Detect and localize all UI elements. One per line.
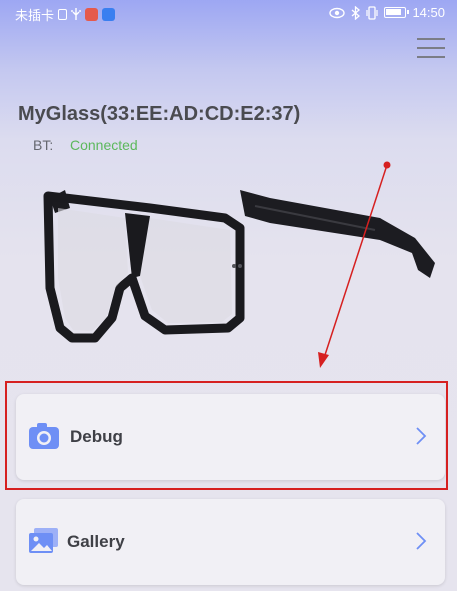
device-name: MyGlass(33:EE:AD:CD:E2:37) bbox=[18, 103, 301, 125]
gallery-label: Gallery bbox=[67, 532, 125, 551]
status-bar-right: 14:50 bbox=[329, 5, 445, 20]
camera-icon bbox=[29, 423, 59, 449]
chevron-right-icon bbox=[416, 532, 427, 550]
gallery-icon bbox=[29, 528, 58, 553]
gallery-card[interactable]: Gallery bbox=[16, 499, 445, 585]
debug-label: Debug bbox=[70, 427, 123, 446]
clock-text: 14:50 bbox=[412, 5, 445, 20]
debug-card[interactable]: Debug bbox=[16, 394, 445, 480]
app-notification-icon bbox=[85, 8, 99, 21]
usb-icon bbox=[71, 8, 81, 20]
bluetooth-icon bbox=[352, 5, 361, 20]
bt-label: BT: bbox=[33, 137, 54, 153]
shield-notification-icon bbox=[102, 8, 116, 21]
chevron-right-icon bbox=[416, 427, 427, 445]
eye-icon bbox=[329, 7, 346, 18]
status-bar: 未插卡 14:50 bbox=[0, 0, 457, 26]
status-bar-left: 未插卡 bbox=[15, 5, 116, 24]
carrier-text: 未插卡 bbox=[15, 8, 55, 23]
glasses-image bbox=[43, 190, 435, 343]
battery-icon bbox=[384, 7, 410, 18]
sim-card-icon bbox=[58, 9, 68, 20]
vibrate-icon bbox=[366, 5, 379, 20]
bt-status: Connected bbox=[70, 137, 138, 153]
hamburger-menu-icon[interactable] bbox=[414, 34, 448, 62]
